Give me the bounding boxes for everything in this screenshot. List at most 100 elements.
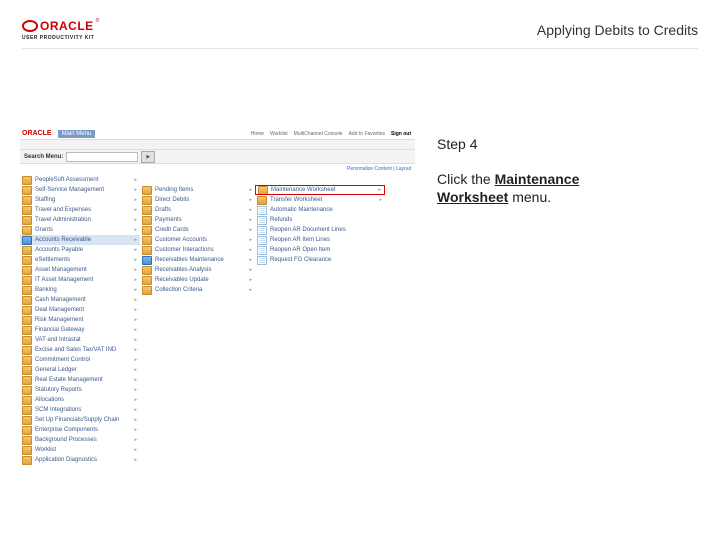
folder-icon	[22, 246, 32, 255]
menu-item-label: Drafts	[155, 207, 171, 213]
col2-item-5[interactable]: Credit Cards▸	[140, 225, 255, 235]
folder-icon	[22, 406, 32, 415]
instr-before: Click the	[437, 171, 495, 187]
menu-item-label: Asset Management	[35, 267, 87, 273]
col1-item-9[interactable]: Asset Management▸	[20, 265, 140, 275]
col2-item-4[interactable]: Payments▸	[140, 215, 255, 225]
personalize-link[interactable]: Personalize Content | Layout	[20, 164, 415, 173]
col2-item-2[interactable]: Direct Debits▸	[140, 195, 255, 205]
link-favorites[interactable]: Add to Favorites	[349, 131, 385, 137]
col1-item-1[interactable]: Self-Service Management▸	[20, 185, 140, 195]
col1-item-26[interactable]: Background Processes▸	[20, 435, 140, 445]
col1-item-11[interactable]: Banking▸	[20, 285, 140, 295]
col1-item-2[interactable]: Staffing▸	[20, 195, 140, 205]
col1-item-8[interactable]: eSettlements▸	[20, 255, 140, 265]
menu-item-label: Grants	[35, 227, 53, 233]
search-label: Search Menu:	[24, 154, 63, 160]
col1-item-4[interactable]: Travel Administration▸	[20, 215, 140, 225]
col1-item-12[interactable]: Cash Management▸	[20, 295, 140, 305]
menu-item-label: eSettlements	[35, 257, 70, 263]
col1-item-20[interactable]: Real Estate Management▸	[20, 375, 140, 385]
col1-item-16[interactable]: VAT and Intrastat▸	[20, 335, 140, 345]
search-go-button[interactable]: ▶	[141, 151, 155, 163]
folder-icon	[22, 376, 32, 385]
menu-item-label: Accounts Receivable	[35, 237, 91, 243]
col1-item-10[interactable]: IT Asset Management▸	[20, 275, 140, 285]
col3-item-0	[255, 175, 385, 185]
col3-item-4[interactable]: Refunds	[255, 215, 385, 225]
page-icon	[257, 256, 267, 265]
menu-item-label: Commitment Control	[35, 357, 90, 363]
col2-item-10[interactable]: Receivables Update▸	[140, 275, 255, 285]
col1-item-13[interactable]: Deal Management▸	[20, 305, 140, 315]
folder-icon	[22, 186, 32, 195]
menu-item-label: Transfer Worksheet	[270, 197, 322, 203]
step-label: Step 4	[435, 128, 623, 162]
col1-item-6[interactable]: Accounts Receivable▸	[20, 235, 140, 245]
menu-item-label: Statutory Reports	[35, 387, 82, 393]
chevron-right-icon: ▸	[249, 277, 255, 283]
link-worklist[interactable]: Worklist	[270, 131, 288, 137]
col2-item-6[interactable]: Customer Accounts▸	[140, 235, 255, 245]
menu-item-label: IT Asset Management	[35, 277, 93, 283]
col3-item-6[interactable]: Reopen AR Item Lines	[255, 235, 385, 245]
col2-item-1[interactable]: Pending Items▸	[140, 185, 255, 195]
col1-item-15[interactable]: Financial Gateway▸	[20, 325, 140, 335]
folder-icon	[142, 286, 152, 295]
col1-item-17[interactable]: Excise and Sales Tax/VAT IND▸	[20, 345, 140, 355]
page-title: Applying Debits to Credits	[537, 22, 698, 38]
col1-item-22[interactable]: Allocations▸	[20, 395, 140, 405]
registered-icon: ®	[96, 19, 100, 24]
folder-icon	[22, 306, 32, 315]
folder-icon	[142, 276, 152, 285]
folder-icon	[22, 386, 32, 395]
col1-item-14[interactable]: Risk Management▸	[20, 315, 140, 325]
oracle-mini-logo: ORACLE	[22, 130, 52, 137]
col1-item-23[interactable]: SCM Integrations▸	[20, 405, 140, 415]
top-links: Home Worklist MultiChannel Console Add t…	[251, 131, 415, 137]
col1-item-5[interactable]: Grants▸	[20, 225, 140, 235]
col1-item-24[interactable]: Set Up Financials/Supply Chain▸	[20, 415, 140, 425]
menu-item-label: Worklist	[35, 447, 56, 453]
menu-item-label: Allocations	[35, 397, 64, 403]
instruction-text: Click the Maintenance Worksheet menu.	[435, 162, 623, 214]
folder-icon	[22, 196, 32, 205]
menu-item-label: Background Processes	[35, 437, 97, 443]
col3-item-7[interactable]: Reopen AR Open Item	[255, 245, 385, 255]
col1-item-27[interactable]: Worklist▸	[20, 445, 140, 455]
folder-icon	[22, 216, 32, 225]
menu-item-label: Request FG Clearance	[270, 257, 331, 263]
col1-item-21[interactable]: Statutory Reports▸	[20, 385, 140, 395]
col3-item-1[interactable]: Maintenance Worksheet▸	[255, 185, 385, 195]
main-menu-badge[interactable]: Main Menu	[58, 130, 96, 138]
col1-item-28[interactable]: Application Diagnostics▸	[20, 455, 140, 465]
menu-item-label: Cash Management	[35, 297, 86, 303]
menu-item-label: Reopen AR Item Lines	[270, 237, 330, 243]
col2-item-7[interactable]: Customer Interactions▸	[140, 245, 255, 255]
menu-item-label: Reopen AR Open Item	[270, 247, 330, 253]
folder-icon	[142, 216, 152, 225]
folder-icon	[22, 286, 32, 295]
link-home[interactable]: Home	[251, 131, 264, 137]
menu-item-label: VAT and Intrastat	[35, 337, 81, 343]
none-icon	[257, 177, 265, 184]
col1-item-19[interactable]: General Ledger▸	[20, 365, 140, 375]
link-mcconsole[interactable]: MultiChannel Console	[294, 131, 343, 137]
col3-item-3[interactable]: Automatic Maintenance	[255, 205, 385, 215]
col1-item-18[interactable]: Commitment Control▸	[20, 355, 140, 365]
col3-item-8[interactable]: Request FG Clearance	[255, 255, 385, 265]
link-signout[interactable]: Sign out	[391, 131, 411, 137]
col1-item-25[interactable]: Enterprise Components▸	[20, 425, 140, 435]
menu-item-label: Self-Service Management	[35, 187, 104, 193]
col2-item-9[interactable]: Receivables Analysis▸	[140, 265, 255, 275]
col2-item-8[interactable]: Receivables Maintenance▸	[140, 255, 255, 265]
col3-item-2[interactable]: Transfer Worksheet▸	[255, 195, 385, 205]
col1-item-3[interactable]: Travel and Expenses▸	[20, 205, 140, 215]
col1-item-0[interactable]: PeopleSoft Assessment▸	[20, 175, 140, 185]
col2-item-11[interactable]: Collection Criteria▸	[140, 285, 255, 295]
peoplesoft-app: ORACLE Main Menu Home Worklist MultiChan…	[20, 128, 415, 398]
col1-item-7[interactable]: Accounts Payable▸	[20, 245, 140, 255]
search-input[interactable]	[66, 152, 138, 162]
col2-item-3[interactable]: Drafts▸	[140, 205, 255, 215]
col3-item-5[interactable]: Reopen AR Document Lines	[255, 225, 385, 235]
